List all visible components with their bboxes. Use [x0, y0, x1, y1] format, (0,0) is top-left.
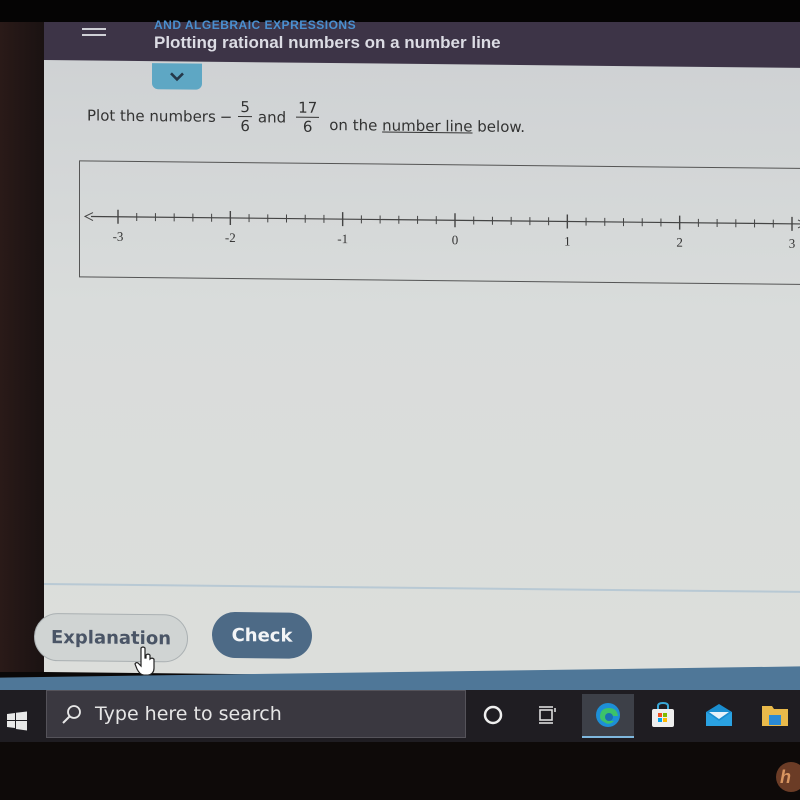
file-explorer-button[interactable] [752, 694, 798, 736]
explanation-button[interactable]: Explanation [34, 612, 188, 663]
negative-sign: − [219, 107, 233, 126]
tick-label: 2 [676, 235, 682, 250]
tick-label: -2 [225, 230, 236, 245]
hamburger-menu-icon[interactable] [82, 28, 106, 40]
number-line[interactable]: -3 -2 -1 0 1 2 3 [80, 161, 800, 284]
fraction-second: 17 6 [296, 98, 320, 136]
task-view-icon [539, 706, 556, 724]
store-button[interactable] [640, 694, 686, 736]
chevron-down-icon [170, 72, 184, 82]
fraction-first: 5 6 [238, 98, 252, 135]
laptop-bezel-bottom [0, 742, 800, 800]
task-view-button[interactable] [524, 694, 570, 736]
tick-label: -3 [113, 229, 124, 244]
fraction-second-denominator: 6 [302, 117, 313, 136]
edge-icon [596, 703, 620, 727]
cortana-icon [483, 705, 503, 725]
number-line-panel[interactable]: -3 -2 -1 0 1 2 3 [79, 160, 800, 286]
hand-pointer-cursor-icon [134, 646, 155, 676]
number-line-axis [91, 215, 800, 225]
prompt-conjunction: and [257, 107, 287, 127]
tick-label: -1 [337, 231, 348, 246]
collapse-toggle-button[interactable] [152, 63, 202, 90]
edge-button[interactable] [582, 694, 634, 738]
tick-label: 0 [452, 232, 458, 247]
file-explorer-icon [762, 706, 788, 726]
prompt-suffix: on the [329, 115, 378, 134]
windows-start-icon[interactable] [6, 710, 28, 732]
fraction-first-numerator: 5 [238, 98, 252, 118]
fraction-second-numerator: 17 [296, 98, 320, 118]
page-title: Plotting rational numbers on a number li… [154, 33, 501, 52]
question-area: Plot the numbers − 5 6 and 17 6 on the n… [34, 60, 800, 680]
search-icon [62, 705, 81, 724]
prompt-end: below. [477, 117, 526, 136]
tick-label: 1 [564, 233, 570, 248]
hp-logo-icon: h [776, 762, 800, 792]
screen-bezel-top [0, 0, 800, 22]
mail-button[interactable] [696, 694, 742, 736]
question-prompt: Plot the numbers − 5 6 and 17 6 on the n… [87, 96, 525, 138]
check-button[interactable]: Check [212, 611, 312, 659]
windows-taskbar: Type here to search [0, 690, 800, 742]
taskbar-search-input[interactable]: Type here to search [46, 690, 466, 738]
breadcrumb: AND ALGEBRAIC EXPRESSIONS [154, 18, 357, 32]
store-icon [652, 701, 674, 727]
prompt-prefix: Plot the numbers [87, 105, 216, 126]
screen-bezel-left [0, 22, 44, 672]
search-placeholder: Type here to search [95, 703, 282, 725]
cortana-button[interactable] [470, 694, 516, 736]
tick-label: 3 [789, 236, 795, 251]
footer-divider [44, 583, 800, 593]
fraction-first-denominator: 6 [240, 117, 250, 136]
mail-icon [706, 704, 732, 726]
number-line-link[interactable]: number line [382, 116, 472, 135]
